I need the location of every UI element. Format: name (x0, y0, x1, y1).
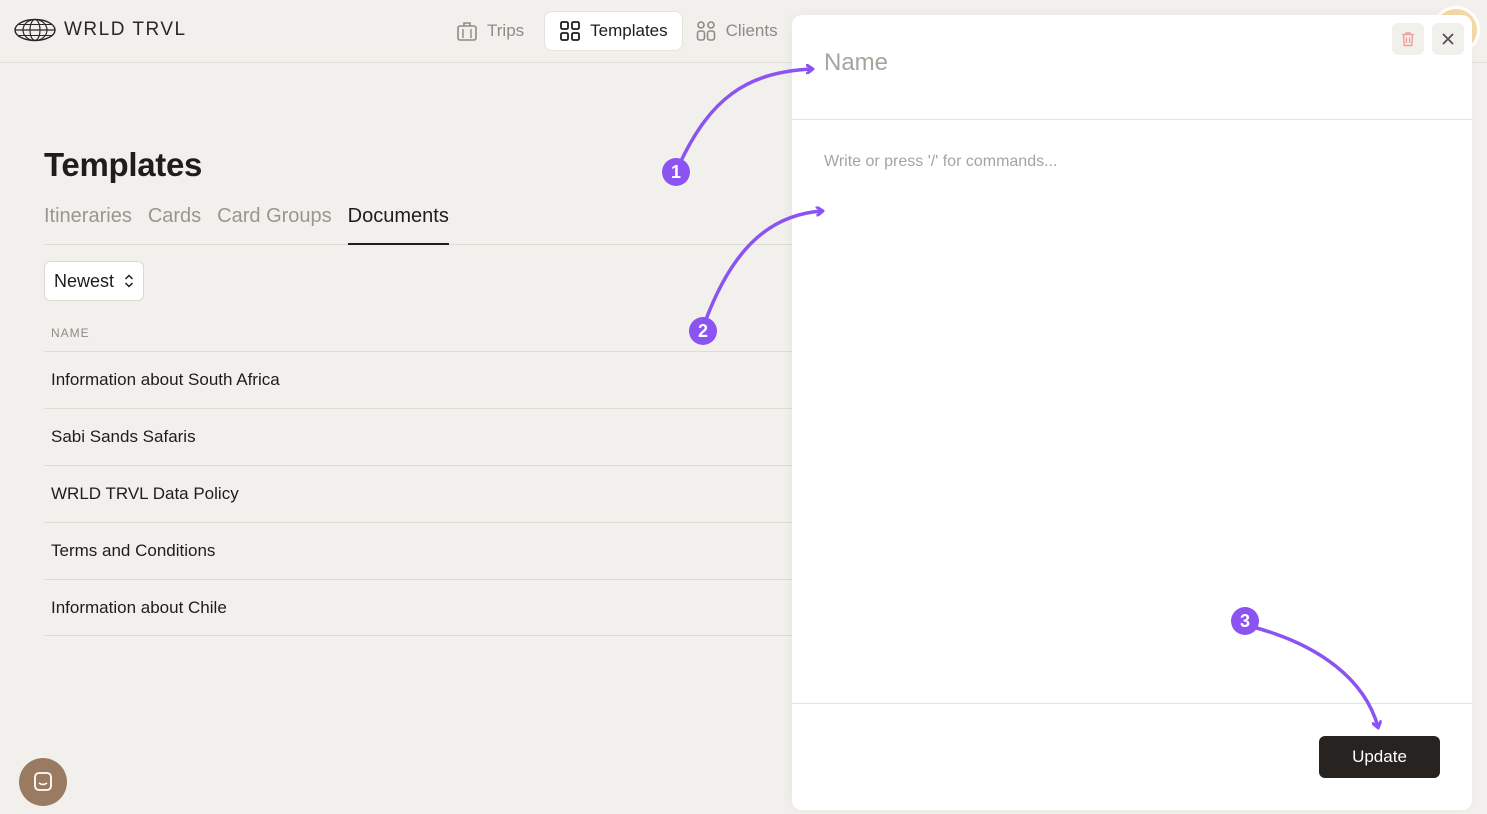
page-title: Templates (44, 146, 203, 183)
annotation-badge-2: 2 (689, 317, 717, 345)
globe-icon (14, 18, 56, 42)
annotation-badge-3: 3 (1231, 607, 1259, 635)
document-body-editor[interactable]: Write or press '/' for commands... (792, 121, 1472, 703)
editor-placeholder: Write or press '/' for commands... (824, 153, 1058, 170)
close-button[interactable] (1432, 23, 1464, 55)
nav-trips[interactable]: Trips (450, 11, 538, 51)
template-tabs: Itineraries Cards Card Groups Documents (44, 202, 804, 245)
tab-card-groups[interactable]: Card Groups (217, 202, 332, 245)
table-row[interactable]: Information about Chile (44, 579, 804, 636)
brand-name: WRLD TRVL (64, 19, 187, 40)
document-editor-drawer: Write or press '/' for commands... Updat… (792, 15, 1472, 810)
drawer-header (792, 15, 1472, 120)
tab-documents[interactable]: Documents (347, 202, 449, 245)
column-header-name[interactable]: NAME (51, 326, 90, 340)
documents-table: Information about South Africa Sabi Sand… (44, 351, 804, 636)
brand-logo[interactable]: WRLD TRVL (14, 18, 187, 42)
tab-itineraries[interactable]: Itineraries (44, 202, 132, 245)
annotation-badge-1: 1 (662, 158, 690, 186)
grid-icon (560, 21, 581, 41)
chat-icon (34, 772, 52, 791)
document-name-input[interactable] (824, 49, 1384, 77)
close-icon (1442, 33, 1454, 45)
tab-cards[interactable]: Cards (148, 202, 201, 245)
people-icon (696, 21, 715, 41)
nav-templates-label: Templates (590, 21, 668, 40)
chat-launcher-button[interactable] (19, 758, 67, 806)
suitcase-icon (457, 22, 477, 41)
trash-icon (1402, 32, 1414, 47)
chevron-up-down-icon (124, 274, 134, 288)
table-row[interactable]: WRLD TRVL Data Policy (44, 465, 804, 522)
sort-select-value: Newest (54, 270, 115, 291)
nav-templates[interactable]: Templates (544, 11, 683, 51)
drawer-footer: Update (792, 703, 1472, 810)
nav-trips-label: Trips (487, 21, 525, 40)
sort-select[interactable]: Newest (44, 261, 144, 301)
nav-clients-label: Clients (725, 21, 778, 40)
table-row[interactable]: Sabi Sands Safaris (44, 408, 804, 465)
delete-button[interactable] (1392, 23, 1424, 55)
main-nav: Trips Templates Clients (450, 11, 792, 51)
table-row[interactable]: Information about South Africa (44, 351, 804, 408)
update-button[interactable]: Update (1319, 736, 1440, 778)
table-row[interactable]: Terms and Conditions (44, 522, 804, 579)
nav-clients[interactable]: Clients (689, 11, 792, 51)
